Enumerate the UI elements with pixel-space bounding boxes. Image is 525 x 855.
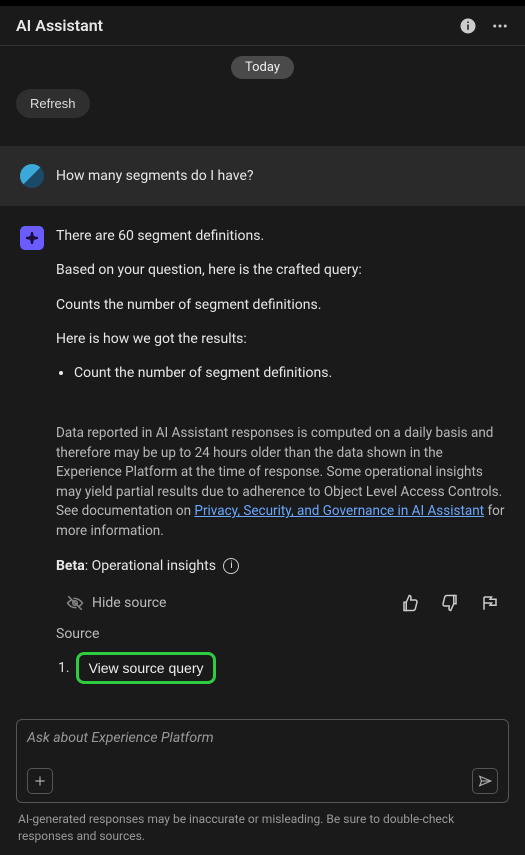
source-number: 1.: [58, 660, 70, 676]
date-row: Today: [0, 46, 525, 85]
header: AI Assistant: [0, 6, 525, 45]
thumbs-down-icon[interactable]: [441, 594, 459, 612]
source-label: Source: [56, 626, 505, 642]
info-icon[interactable]: i: [223, 558, 239, 574]
ai-content: There are 60 segment definitions. Based …: [56, 226, 505, 704]
thumbs-up-icon[interactable]: [401, 594, 419, 612]
beta-text: : Operational insights: [85, 558, 216, 574]
eye-off-icon: [66, 594, 84, 612]
ai-bullet-list: Count the number of segment definitions.: [56, 363, 505, 384]
chat-scroll[interactable]: How many segments do I have? There are 6…: [0, 128, 525, 709]
ai-line: Here is how we got the results:: [56, 329, 505, 349]
composer-area: Ask about Experience Platform: [0, 709, 525, 807]
hide-source-label: Hide source: [92, 595, 166, 611]
composer[interactable]: Ask about Experience Platform: [16, 719, 509, 803]
refresh-row: Refresh: [0, 85, 525, 128]
ai-disclaimer: Data reported in AI Assistant responses …: [56, 424, 505, 541]
feedback-icons: [401, 594, 505, 612]
ai-avatar-icon: [20, 226, 44, 250]
send-button[interactable]: [472, 768, 498, 794]
user-message-text: How many segments do I have?: [56, 168, 254, 184]
ai-line: Counts the number of segment definitions…: [56, 295, 505, 315]
ai-line: There are 60 segment definitions.: [56, 226, 505, 246]
composer-actions: [27, 768, 498, 794]
add-attachment-button[interactable]: [27, 768, 53, 794]
ai-message: There are 60 segment definitions. Based …: [0, 206, 525, 709]
source-item: 1. View source query: [56, 652, 505, 684]
beta-line: Beta: Operational insights i: [56, 556, 505, 576]
footer-disclaimer: AI-generated responses may be inaccurate…: [0, 807, 525, 855]
feedback-row: Hide source: [56, 590, 505, 622]
view-source-query-button[interactable]: View source query: [76, 652, 217, 684]
composer-input[interactable]: Ask about Experience Platform: [27, 730, 498, 746]
page-title: AI Assistant: [16, 16, 459, 35]
beta-label: Beta: [56, 558, 85, 574]
refresh-button[interactable]: Refresh: [16, 89, 90, 118]
header-actions: [459, 17, 509, 35]
more-icon[interactable]: [491, 17, 509, 35]
ai-bullet: Count the number of segment definitions.: [74, 363, 505, 384]
info-icon[interactable]: [459, 17, 477, 35]
flag-icon[interactable]: [481, 594, 499, 612]
disclaimer-link[interactable]: Privacy, Security, and Governance in AI …: [194, 503, 484, 519]
source-section: Source 1. View source query: [56, 622, 505, 704]
date-chip: Today: [231, 56, 294, 79]
user-message: How many segments do I have?: [0, 146, 525, 206]
user-avatar: [20, 164, 44, 188]
ai-line: Based on your question, here is the craf…: [56, 260, 505, 280]
hide-source-toggle[interactable]: Hide source: [56, 594, 166, 612]
